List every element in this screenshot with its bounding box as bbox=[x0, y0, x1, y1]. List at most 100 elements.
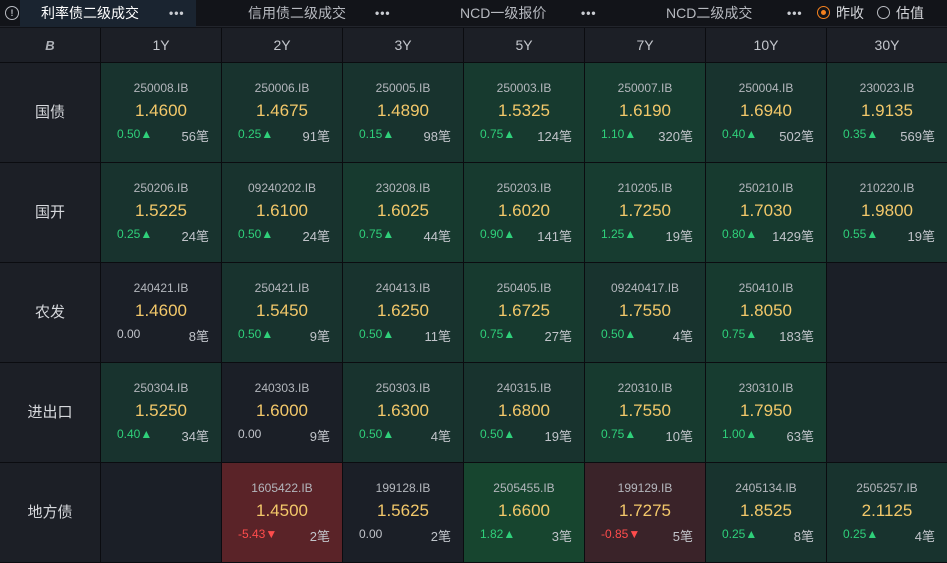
tenor-header: 7Y bbox=[585, 28, 706, 63]
more-icon[interactable]: ••• bbox=[581, 0, 597, 27]
trade-count: 3笔 bbox=[551, 529, 572, 544]
bond-yield: 1.7030 bbox=[740, 201, 792, 220]
bond-yield: 1.5325 bbox=[498, 101, 550, 120]
quote-cell[interactable]: 250003.IB 1.5325 0.75▲ 124笔 bbox=[464, 63, 585, 163]
yield-change: 1.10▲ bbox=[601, 127, 637, 141]
tab-ncd-primary-quote[interactable]: NCD一级报价 ••• bbox=[405, 0, 610, 27]
trade-count: 34笔 bbox=[181, 429, 209, 444]
quote-cell[interactable]: 240315.IB 1.6800 0.50▲ 19笔 bbox=[464, 363, 585, 463]
trade-count: 24笔 bbox=[302, 229, 330, 244]
tab-label: 信用债二级成交 bbox=[248, 5, 346, 21]
bond-yield: 1.7250 bbox=[619, 201, 671, 220]
quote-cell[interactable]: 2505455.IB 1.6600 1.82▲ 3笔 bbox=[464, 463, 585, 563]
quote-cell[interactable]: 1605422.IB 1.4500 -5.43▼ 2笔 bbox=[222, 463, 343, 563]
bond-code: 240315.IB bbox=[496, 381, 552, 395]
quote-cell[interactable]: 230023.IB 1.9135 0.35▲ 569笔 bbox=[827, 63, 947, 163]
tab-ncd-secondary[interactable]: NCD二级成交 ••• bbox=[612, 0, 810, 27]
bond-code: 210205.IB bbox=[617, 181, 673, 195]
quote-cell[interactable]: 250005.IB 1.4890 0.15▲ 98笔 bbox=[343, 63, 464, 163]
bond-yield: 1.9135 bbox=[861, 101, 913, 120]
quote-cell[interactable]: 2505257.IB 2.1125 0.25▲ 4笔 bbox=[827, 463, 947, 563]
radio-prev-close[interactable] bbox=[817, 6, 830, 19]
yield-change: 0.40▲ bbox=[722, 127, 758, 141]
trade-count: 4笔 bbox=[914, 529, 935, 544]
yield-change: 0.25▲ bbox=[238, 127, 274, 141]
quote-cell[interactable]: 250303.IB 1.6300 0.50▲ 4笔 bbox=[343, 363, 464, 463]
more-icon[interactable]: ••• bbox=[169, 0, 185, 27]
quote-cell[interactable]: 230208.IB 1.6025 0.75▲ 44笔 bbox=[343, 163, 464, 263]
quote-cell[interactable]: 240413.IB 1.6250 0.50▲ 11笔 bbox=[343, 263, 464, 363]
trade-count: 2笔 bbox=[430, 529, 451, 544]
tenor-header: 2Y bbox=[222, 28, 343, 63]
trade-count: 8笔 bbox=[188, 329, 209, 344]
info-icon[interactable]: ! bbox=[5, 6, 19, 20]
yield-change: 0.75▲ bbox=[359, 227, 395, 241]
quote-cell[interactable]: 09240417.IB 1.7550 0.50▲ 4笔 bbox=[585, 263, 706, 363]
quote-cell[interactable]: 250203.IB 1.6020 0.90▲ 141笔 bbox=[464, 163, 585, 263]
quote-cell[interactable]: 250410.IB 1.8050 0.75▲ 183笔 bbox=[706, 263, 827, 363]
bond-yield: 1.9800 bbox=[861, 201, 913, 220]
quote-cell[interactable]: 240421.IB 1.4600 0.00 8笔 bbox=[101, 263, 222, 363]
radio-valuation-label[interactable]: 估值 bbox=[896, 0, 924, 27]
bond-yield: 1.6020 bbox=[498, 201, 550, 220]
quote-cell[interactable]: 220310.IB 1.7550 0.75▲ 10笔 bbox=[585, 363, 706, 463]
row-label: 农发 bbox=[0, 263, 101, 363]
quote-cell[interactable]: 250004.IB 1.6940 0.40▲ 502笔 bbox=[706, 63, 827, 163]
bond-yield: 1.4675 bbox=[256, 101, 308, 120]
quote-cell[interactable]: 250206.IB 1.5225 0.25▲ 24笔 bbox=[101, 163, 222, 263]
tab-rate-bond-secondary[interactable]: 利率债二级成交 ••• bbox=[20, 0, 196, 27]
tab-label: 利率债二级成交 bbox=[41, 5, 139, 21]
quote-cell[interactable]: 250210.IB 1.7030 0.80▲ 1429笔 bbox=[706, 163, 827, 263]
bond-code: 240413.IB bbox=[375, 281, 431, 295]
quote-cell[interactable]: 250304.IB 1.5250 0.40▲ 34笔 bbox=[101, 363, 222, 463]
yield-change: -5.43▼ bbox=[238, 527, 278, 541]
trade-count: 19笔 bbox=[544, 429, 572, 444]
trade-count: 4笔 bbox=[672, 329, 693, 344]
bond-code: 250006.IB bbox=[254, 81, 310, 95]
yield-change: 1.82▲ bbox=[480, 527, 516, 541]
radio-valuation[interactable] bbox=[877, 6, 890, 19]
trade-count: 1429笔 bbox=[772, 229, 814, 244]
yield-change: 0.25▲ bbox=[117, 227, 153, 241]
quote-cell[interactable]: 210220.IB 1.9800 0.55▲ 19笔 bbox=[827, 163, 947, 263]
bond-code: 09240202.IB bbox=[247, 181, 317, 195]
more-icon[interactable]: ••• bbox=[787, 0, 803, 27]
quote-cell[interactable]: 240303.IB 1.6000 0.00 9笔 bbox=[222, 363, 343, 463]
quote-cell[interactable]: 230310.IB 1.7950 1.00▲ 63笔 bbox=[706, 363, 827, 463]
bond-yield: 1.6000 bbox=[256, 401, 308, 420]
quote-cell[interactable]: 250421.IB 1.5450 0.50▲ 9笔 bbox=[222, 263, 343, 363]
yield-change: 0.50▲ bbox=[480, 427, 516, 441]
trade-count: 19笔 bbox=[907, 229, 935, 244]
row-label: 进出口 bbox=[0, 363, 101, 463]
quote-cell[interactable]: 250008.IB 1.4600 0.50▲ 56笔 bbox=[101, 63, 222, 163]
yield-change: 0.55▲ bbox=[843, 227, 879, 241]
yield-change: 0.90▲ bbox=[480, 227, 516, 241]
yield-change: -0.85▼ bbox=[601, 527, 641, 541]
trade-count: 44笔 bbox=[423, 229, 451, 244]
quote-cell[interactable]: 2405134.IB 1.8525 0.25▲ 8笔 bbox=[706, 463, 827, 563]
quote-cell bbox=[827, 263, 947, 363]
tenor-header: 3Y bbox=[343, 28, 464, 63]
bond-yield: 1.6300 bbox=[377, 401, 429, 420]
bond-code: 250003.IB bbox=[496, 81, 552, 95]
radio-prev-close-label[interactable]: 昨收 bbox=[836, 0, 864, 27]
quote-cell[interactable]: 250007.IB 1.6190 1.10▲ 320笔 bbox=[585, 63, 706, 163]
quote-cell[interactable]: 199129.IB 1.7275 -0.85▼ 5笔 bbox=[585, 463, 706, 563]
yield-change: 0.80▲ bbox=[722, 227, 758, 241]
quote-cell bbox=[101, 463, 222, 563]
trade-count: 124笔 bbox=[537, 129, 572, 144]
quote-cell[interactable]: 250006.IB 1.4675 0.25▲ 91笔 bbox=[222, 63, 343, 163]
quote-cell[interactable]: 199128.IB 1.5625 0.00 2笔 bbox=[343, 463, 464, 563]
bond-code: 1605422.IB bbox=[251, 481, 313, 495]
bond-code: 250203.IB bbox=[496, 181, 552, 195]
yield-change: 1.00▲ bbox=[722, 427, 758, 441]
more-icon[interactable]: ••• bbox=[375, 0, 391, 27]
bond-yield: 1.5450 bbox=[256, 301, 308, 320]
quote-cell[interactable]: 09240202.IB 1.6100 0.50▲ 24笔 bbox=[222, 163, 343, 263]
trade-count: 141笔 bbox=[537, 229, 572, 244]
quote-cell[interactable]: 250405.IB 1.6725 0.75▲ 27笔 bbox=[464, 263, 585, 363]
quote-cell[interactable]: 210205.IB 1.7250 1.25▲ 19笔 bbox=[585, 163, 706, 263]
tab-credit-bond-secondary[interactable]: 信用债二级成交 ••• bbox=[198, 0, 403, 27]
yield-change: 0.00 bbox=[238, 427, 262, 441]
bond-code: 199128.IB bbox=[375, 481, 431, 495]
